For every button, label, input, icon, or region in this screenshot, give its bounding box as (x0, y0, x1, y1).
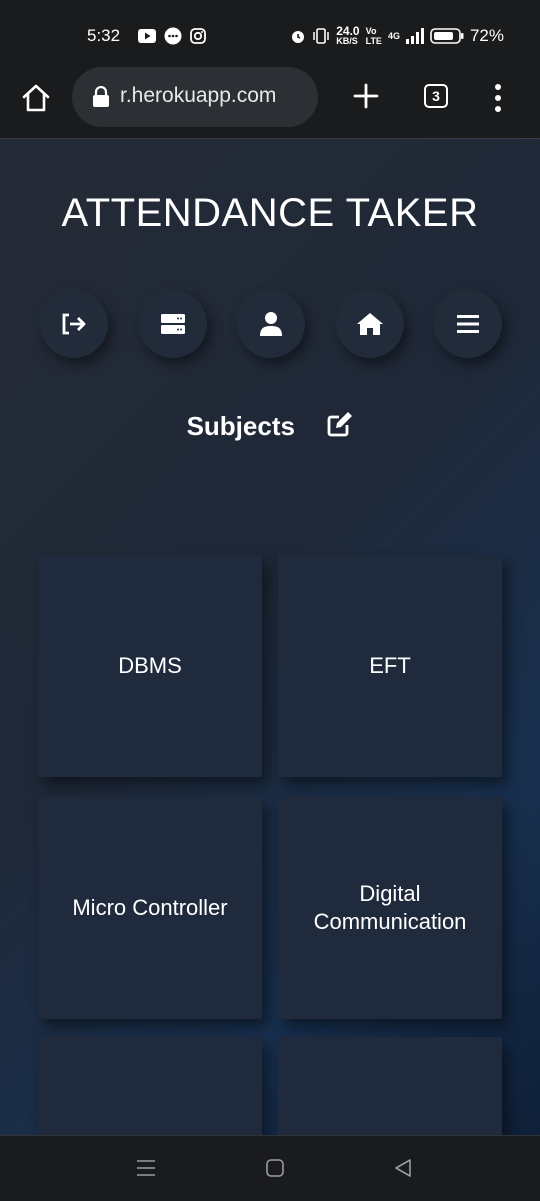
subject-card[interactable] (38, 1037, 262, 1135)
menu-icon (457, 315, 479, 333)
subject-card[interactable]: Micro Controller (38, 797, 262, 1019)
status-bar: 5:32 24.0 KB/S Vo LTE 4G 72% (0, 0, 540, 60)
user-icon (260, 312, 282, 336)
subject-name: Digital Communication (313, 881, 467, 934)
home-icon[interactable] (20, 82, 52, 114)
subject-card[interactable]: DBMS (38, 555, 262, 777)
system-status: 24.0 KB/S Vo LTE 4G 72% (290, 24, 504, 46)
battery-icon (430, 28, 464, 44)
browser-toolbar: r.herokuapp.com 3 (0, 60, 540, 139)
logout-icon (62, 313, 86, 335)
battery-percent: 72% (469, 26, 504, 45)
subject-name: EFT (369, 653, 411, 678)
profile-button[interactable] (237, 290, 305, 358)
section-header: Subjects (0, 411, 540, 442)
volte-indicator: Vo LTE (365, 26, 382, 46)
status-time: 5:32 (87, 26, 121, 45)
instagram-icon (190, 28, 206, 44)
tab-count-button[interactable]: 3 (424, 84, 448, 108)
network-type: 4G (387, 31, 400, 41)
home-icon (357, 313, 383, 335)
edit-icon (328, 412, 353, 437)
app-title: ATTENDANCE TAKER (61, 191, 479, 235)
lock-icon (93, 86, 109, 107)
system-nav-bar (0, 1135, 540, 1201)
page-content: ATTENDANCE TAKER Subjects DBMS EFT Micro… (0, 139, 540, 1135)
youtube-icon (138, 29, 156, 43)
edit-subjects-button[interactable] (327, 411, 353, 442)
home-nav-icon[interactable] (265, 1158, 285, 1178)
address-bar[interactable]: r.herokuapp.com (72, 67, 318, 127)
subject-name: Micro Controller (72, 895, 228, 920)
section-title: Subjects (186, 411, 295, 441)
subject-card[interactable]: EFT (278, 555, 502, 777)
subject-card[interactable] (278, 1037, 502, 1135)
more-options-icon[interactable] (490, 82, 506, 114)
logout-button[interactable] (40, 290, 108, 358)
menu-button[interactable] (434, 290, 502, 358)
alarm-icon (292, 31, 305, 43)
signal-icon (405, 28, 424, 44)
notification-icons (138, 27, 206, 45)
message-icon (164, 27, 182, 45)
server-button[interactable] (139, 290, 207, 358)
server-icon (161, 314, 185, 334)
home-button[interactable] (336, 290, 404, 358)
back-icon[interactable] (393, 1158, 413, 1178)
new-tab-icon[interactable] (350, 80, 382, 112)
net-speed: 24.0 KB/S (336, 24, 360, 46)
vibrate-icon (313, 28, 329, 44)
recent-apps-icon[interactable] (136, 1158, 156, 1178)
subject-name: DBMS (118, 653, 182, 678)
url-text: r.herokuapp.com (120, 84, 277, 107)
subject-card[interactable]: Digital Communication (278, 797, 502, 1019)
